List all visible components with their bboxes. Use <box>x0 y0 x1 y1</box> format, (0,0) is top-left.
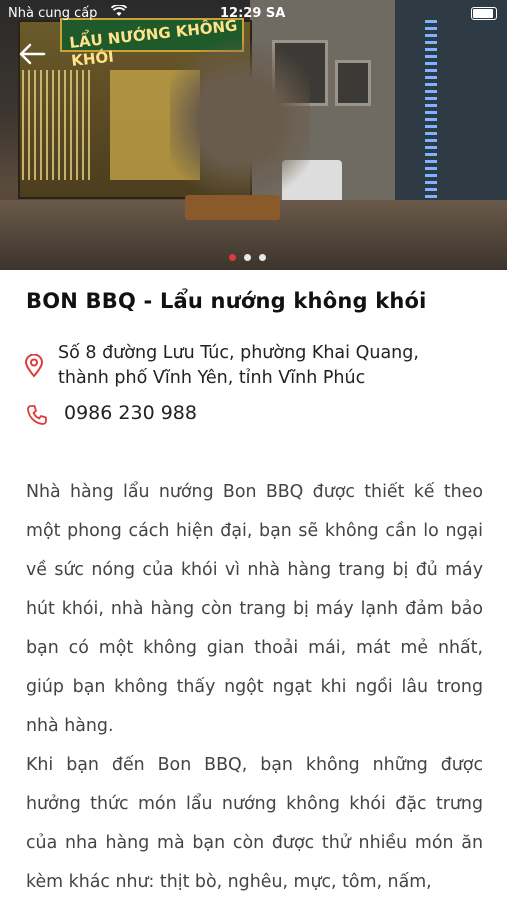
phone-icon <box>26 404 48 426</box>
pagination-dot[interactable] <box>244 254 251 261</box>
hero-image-carousel[interactable]: LẨU NƯỚNG KHÔNG KHÓI Nhà cung cấp 12:29 … <box>0 0 507 270</box>
wifi-icon <box>110 3 128 21</box>
pagination-dot-active[interactable] <box>229 254 236 261</box>
location-pin-icon <box>24 353 44 378</box>
string-lights <box>425 20 437 220</box>
carrier-name: Nhà cung cấp <box>8 6 98 21</box>
fairy-lights <box>22 70 92 180</box>
restaurant-phone[interactable]: 0986 230 988 <box>64 402 197 424</box>
bench <box>185 195 280 220</box>
building-window <box>335 60 371 106</box>
back-arrow-icon <box>19 43 46 65</box>
restaurant-address[interactable]: Số 8 đường Lưu Túc, phường Khai Quang, t… <box>58 341 478 391</box>
restaurant-title: BON BBQ - Lẩu nướng không khói <box>26 289 427 313</box>
back-button[interactable] <box>18 42 46 72</box>
clock: 12:29 SA <box>220 6 286 21</box>
restaurant-description: Nhà hàng lẩu nướng Bon BBQ được thiết kế… <box>26 482 483 892</box>
status-bar: Nhà cung cấp 12:29 SA <box>0 0 507 28</box>
pagination-dot[interactable] <box>259 254 266 261</box>
battery-icon <box>471 7 497 20</box>
carousel-pagination <box>229 254 266 261</box>
